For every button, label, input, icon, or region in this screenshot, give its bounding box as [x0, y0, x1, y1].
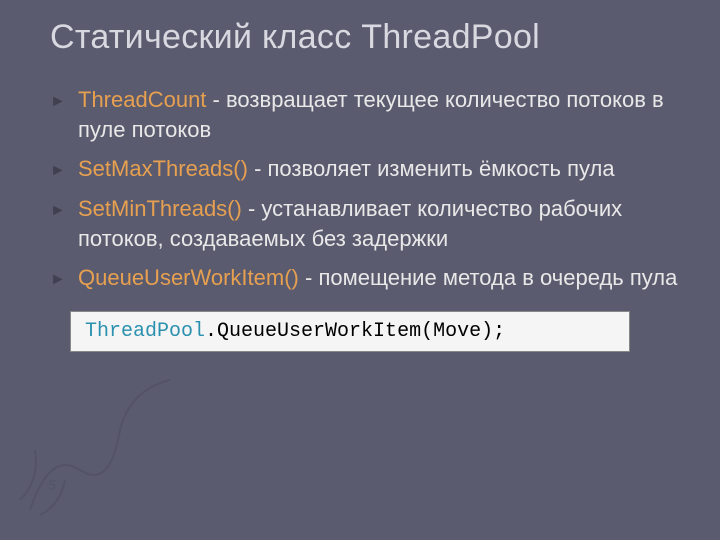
bullet-marker-icon: ► — [50, 160, 66, 182]
list-item: ► SetMaxThreads() - позволяет изменить ё… — [50, 154, 680, 184]
code-sample: ThreadPool.QueueUserWorkItem(Move); — [70, 311, 630, 352]
code-rest: .QueueUserWorkItem(Move); — [205, 320, 505, 343]
slide-title: Статический класс ThreadPool — [50, 18, 680, 57]
sep: - — [206, 87, 226, 112]
list-item: ► SetMinThreads() - устанавливает количе… — [50, 194, 680, 253]
svg-text:5: 5 — [48, 477, 56, 493]
desc: позволяет изменить ёмкость пула — [268, 156, 615, 181]
sep: - — [305, 265, 318, 290]
code-class-name: ThreadPool — [85, 320, 205, 343]
bullet-marker-icon: ► — [50, 200, 66, 222]
sep: - — [248, 196, 261, 221]
bullet-marker-icon: ► — [50, 91, 66, 113]
list-item: ► QueueUserWorkItem() - помещение метода… — [50, 263, 680, 293]
bullet-list: ► ThreadCount - возвращает текущее колич… — [50, 85, 680, 293]
bullet-marker-icon: ► — [50, 269, 66, 291]
term: SetMaxThreads() — [78, 156, 254, 181]
desc: помещение метода в очередь пула — [318, 265, 677, 290]
sep: - — [254, 156, 267, 181]
list-item: ► ThreadCount - возвращает текущее колич… — [50, 85, 680, 144]
term: SetMinThreads() — [78, 196, 248, 221]
slide-container: Статический класс ThreadPool ► ThreadCou… — [0, 0, 720, 392]
term: ThreadCount — [78, 87, 206, 112]
term: QueueUserWorkItem() — [78, 265, 305, 290]
